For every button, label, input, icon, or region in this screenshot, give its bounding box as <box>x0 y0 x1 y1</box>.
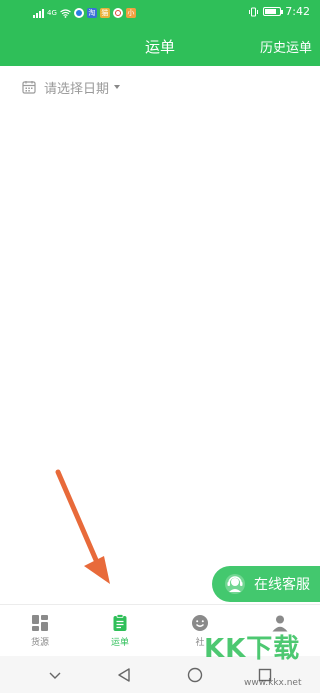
online-service-button[interactable]: 在线客服 <box>212 566 320 602</box>
watermark-url: www.kkx.net <box>244 678 302 688</box>
grid-icon <box>32 615 48 631</box>
tab-goods[interactable]: 货源 <box>0 605 80 656</box>
tab-waybill-label: 运单 <box>110 638 129 648</box>
clipboard-icon <box>113 614 127 631</box>
tab-waybill[interactable]: 运单 <box>80 605 160 656</box>
tab-goods-label: 货源 <box>30 638 49 648</box>
watermark-title: KK下载 <box>204 634 301 664</box>
online-service-label: 在线客服 <box>254 577 310 593</box>
back-icon[interactable] <box>117 667 131 683</box>
watermark-logo: KK下载 www.kkx.net <box>200 628 320 690</box>
headset-icon <box>225 574 245 594</box>
collapse-icon[interactable] <box>48 670 62 680</box>
